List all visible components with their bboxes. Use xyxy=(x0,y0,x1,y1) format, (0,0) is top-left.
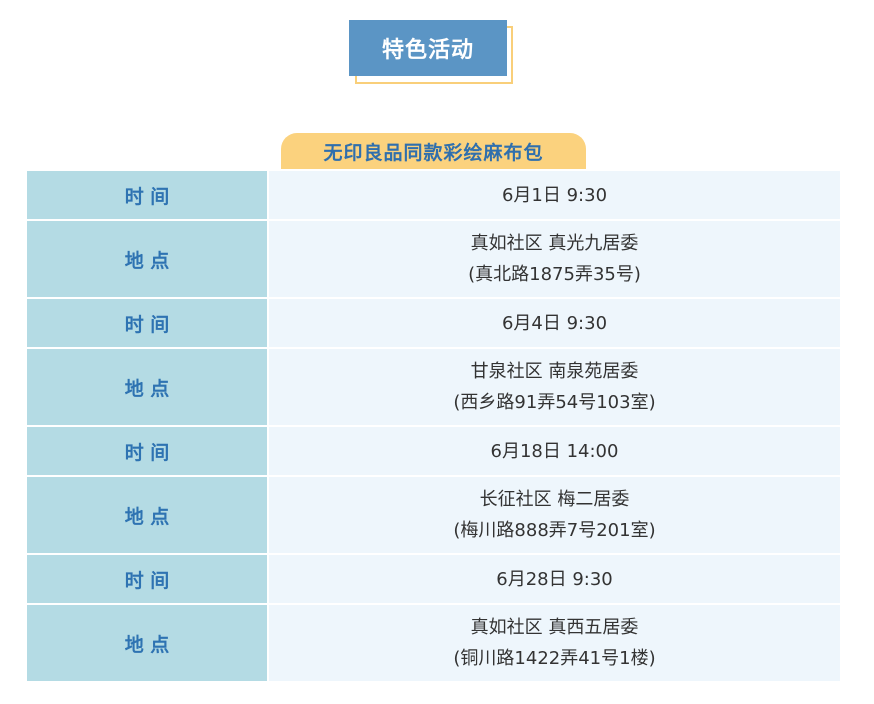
row-label: 地 点 xyxy=(27,221,269,297)
row-label: 时 间 xyxy=(27,427,269,475)
row-label: 时 间 xyxy=(27,171,269,219)
value-line: (铜川路1422弄41号1楼) xyxy=(453,648,656,669)
row-label: 时 间 xyxy=(27,555,269,603)
row-label: 地 点 xyxy=(27,605,269,681)
table-row: 地 点 真如社区 真光九居委 (真北路1875弄35号) xyxy=(27,221,840,297)
row-value: 甘泉社区 南泉苑居委 (西乡路91弄54号103室) xyxy=(269,349,840,425)
row-value: 真如社区 真西五居委 (铜川路1422弄41号1楼) xyxy=(269,605,840,681)
table-row: 地 点 真如社区 真西五居委 (铜川路1422弄41号1楼) xyxy=(27,605,840,681)
table-row: 时 间 6月28日 9:30 xyxy=(27,555,840,603)
event-title: 无印良品同款彩绘麻布包 xyxy=(281,133,586,169)
row-value: 6月28日 9:30 xyxy=(269,555,840,603)
row-label: 地 点 xyxy=(27,477,269,553)
row-value: 6月4日 9:30 xyxy=(269,299,840,347)
row-label: 地 点 xyxy=(27,349,269,425)
table-row: 地 点 甘泉社区 南泉苑居委 (西乡路91弄54号103室) xyxy=(27,349,840,425)
row-value: 真如社区 真光九居委 (真北路1875弄35号) xyxy=(269,221,840,297)
table-row: 时 间 6月1日 9:30 xyxy=(27,171,840,219)
value-line: 6月1日 9:30 xyxy=(501,184,608,206)
section-title: 特色活动 xyxy=(349,20,507,76)
section-header: 特色活动 xyxy=(349,20,515,86)
value-line: 6月28日 9:30 xyxy=(496,568,613,590)
value-line: 真如社区 真西五居委 xyxy=(470,617,639,638)
table-row: 时 间 6月18日 14:00 xyxy=(27,427,840,475)
value-line: (真北路1875弄35号) xyxy=(468,264,641,285)
table-row: 地 点 长征社区 梅二居委 (梅川路888弄7号201室) xyxy=(27,477,840,553)
value-line: 甘泉社区 南泉苑居委 xyxy=(470,361,639,382)
value-line: 6月18日 14:00 xyxy=(490,440,619,462)
value-line: (梅川路888弄7号201室) xyxy=(453,520,656,541)
row-label: 时 间 xyxy=(27,299,269,347)
value-line: 6月4日 9:30 xyxy=(501,312,608,334)
value-line: 长征社区 梅二居委 xyxy=(479,489,630,510)
value-line: 真如社区 真光九居委 xyxy=(470,233,639,254)
row-value: 6月1日 9:30 xyxy=(269,171,840,219)
row-value: 6月18日 14:00 xyxy=(269,427,840,475)
schedule-table: 时 间 6月1日 9:30 地 点 真如社区 真光九居委 (真北路1875弄35… xyxy=(27,169,840,683)
row-value: 长征社区 梅二居委 (梅川路888弄7号201室) xyxy=(269,477,840,553)
table-row: 时 间 6月4日 9:30 xyxy=(27,299,840,347)
value-line: (西乡路91弄54号103室) xyxy=(453,392,656,413)
